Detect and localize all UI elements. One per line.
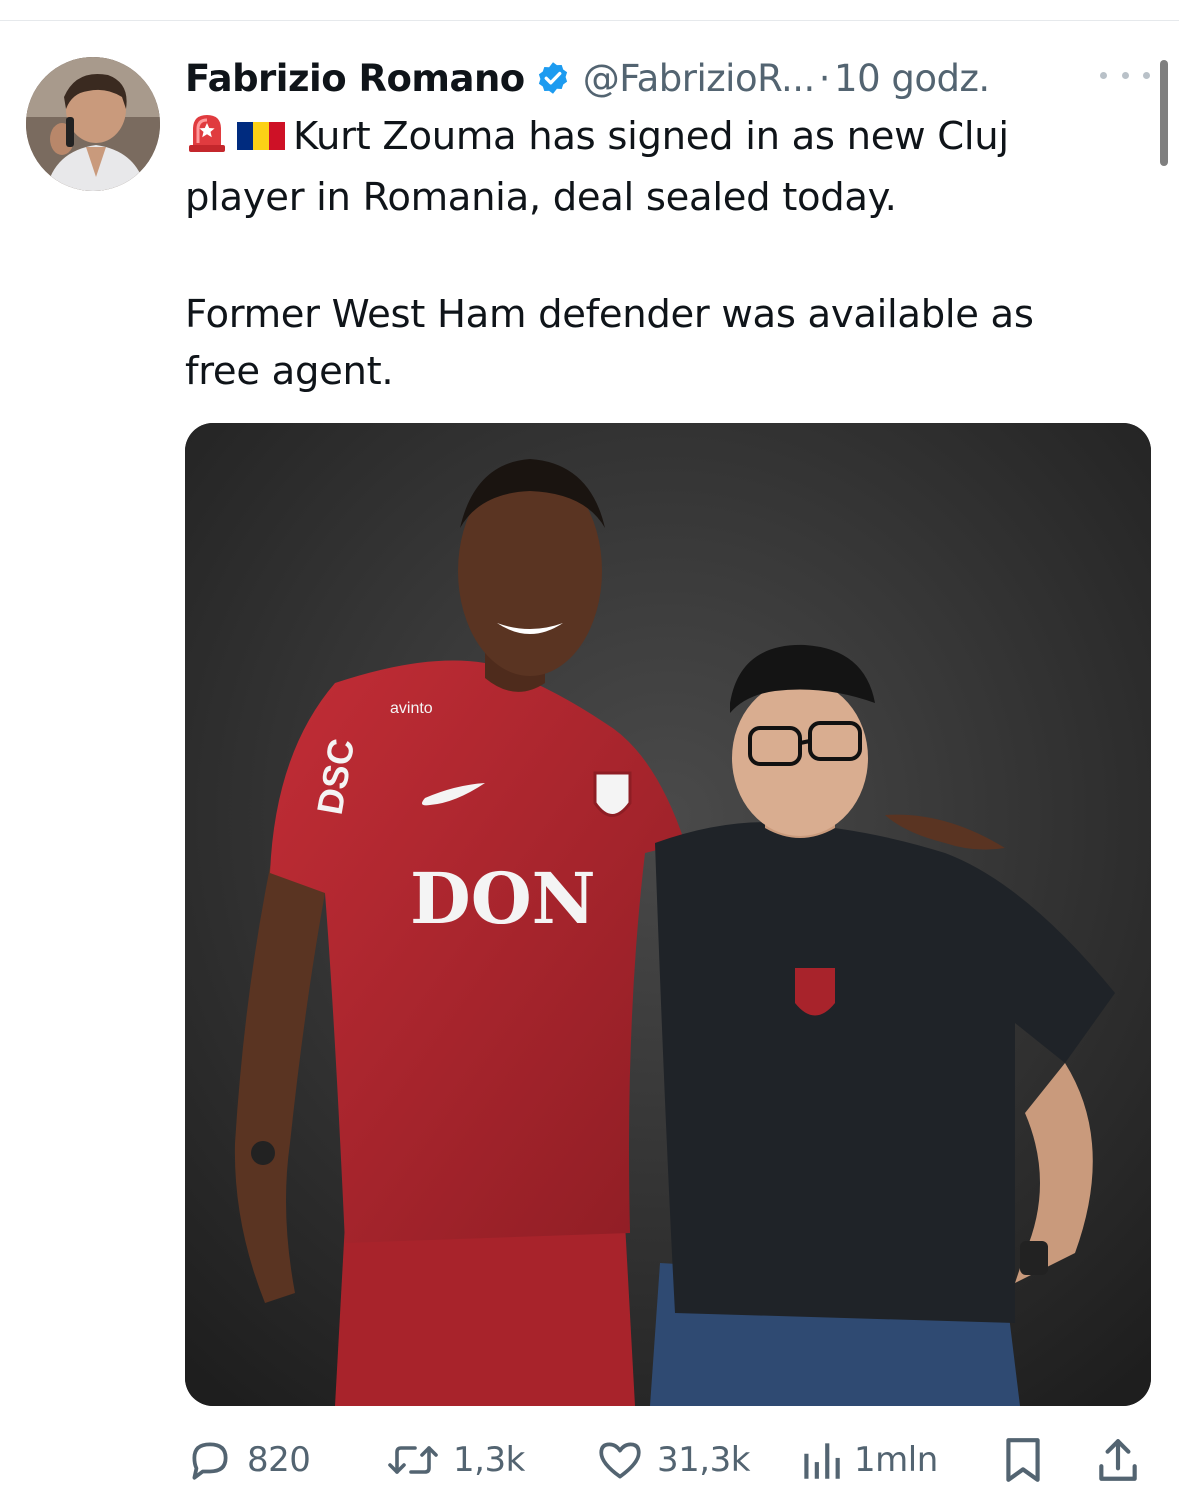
bookmark-icon (1006, 1438, 1040, 1482)
share-icon (1099, 1439, 1137, 1481)
header-separator: · (818, 56, 831, 100)
verified-badge-icon (535, 60, 571, 96)
tweet-timestamp[interactable]: 10 godz. (834, 57, 990, 100)
like-button[interactable]: 31,3k (595, 1430, 750, 1490)
views-chart-icon (804, 1443, 840, 1479)
more-options-icon[interactable] (1100, 60, 1150, 90)
siren-emoji-icon (185, 109, 229, 169)
collar-sponsor-label: avinto (390, 700, 433, 717)
tweet-photo[interactable]: DON DSC avinto (185, 423, 1151, 1406)
reply-icon (192, 1442, 228, 1480)
repost-count: 1,3k (453, 1440, 525, 1480)
tweet-action-bar: 820 1,3k 31,3k 1mln (185, 1430, 1151, 1490)
tweet-paragraph-1: Kurt Zouma has signed in as new Cluj pla… (185, 114, 1009, 220)
view-count: 1mln (854, 1440, 938, 1480)
tweet-screen: Fabrizio Romano @FabrizioR... · 10 godz.… (0, 0, 1179, 1498)
scrollbar-thumb[interactable] (1160, 60, 1168, 166)
bookmark-button[interactable] (1000, 1430, 1046, 1490)
repost-button[interactable]: 1,3k (385, 1430, 525, 1490)
views-button[interactable]: 1mln (800, 1430, 938, 1490)
top-divider (0, 20, 1179, 21)
reply-count: 820 (247, 1440, 311, 1480)
romania-flag-emoji-icon (237, 112, 285, 169)
author-handle[interactable]: @FabrizioR... (583, 57, 816, 100)
shirt-sponsor-label: DON (410, 857, 596, 940)
tweet-paragraph-2: Former West Ham defender was available a… (185, 292, 1034, 394)
heart-icon (599, 1442, 641, 1479)
share-button[interactable] (1095, 1430, 1141, 1490)
author-name[interactable]: Fabrizio Romano (185, 57, 525, 100)
author-avatar[interactable] (26, 57, 160, 191)
repost-icon (388, 1446, 438, 1474)
tweet-header: Fabrizio Romano @FabrizioR... · 10 godz. (185, 52, 990, 104)
reply-button[interactable]: 820 (185, 1430, 311, 1490)
like-count: 31,3k (657, 1440, 750, 1480)
tweet-text: Kurt Zouma has signed in as new Cluj pla… (185, 108, 1115, 400)
